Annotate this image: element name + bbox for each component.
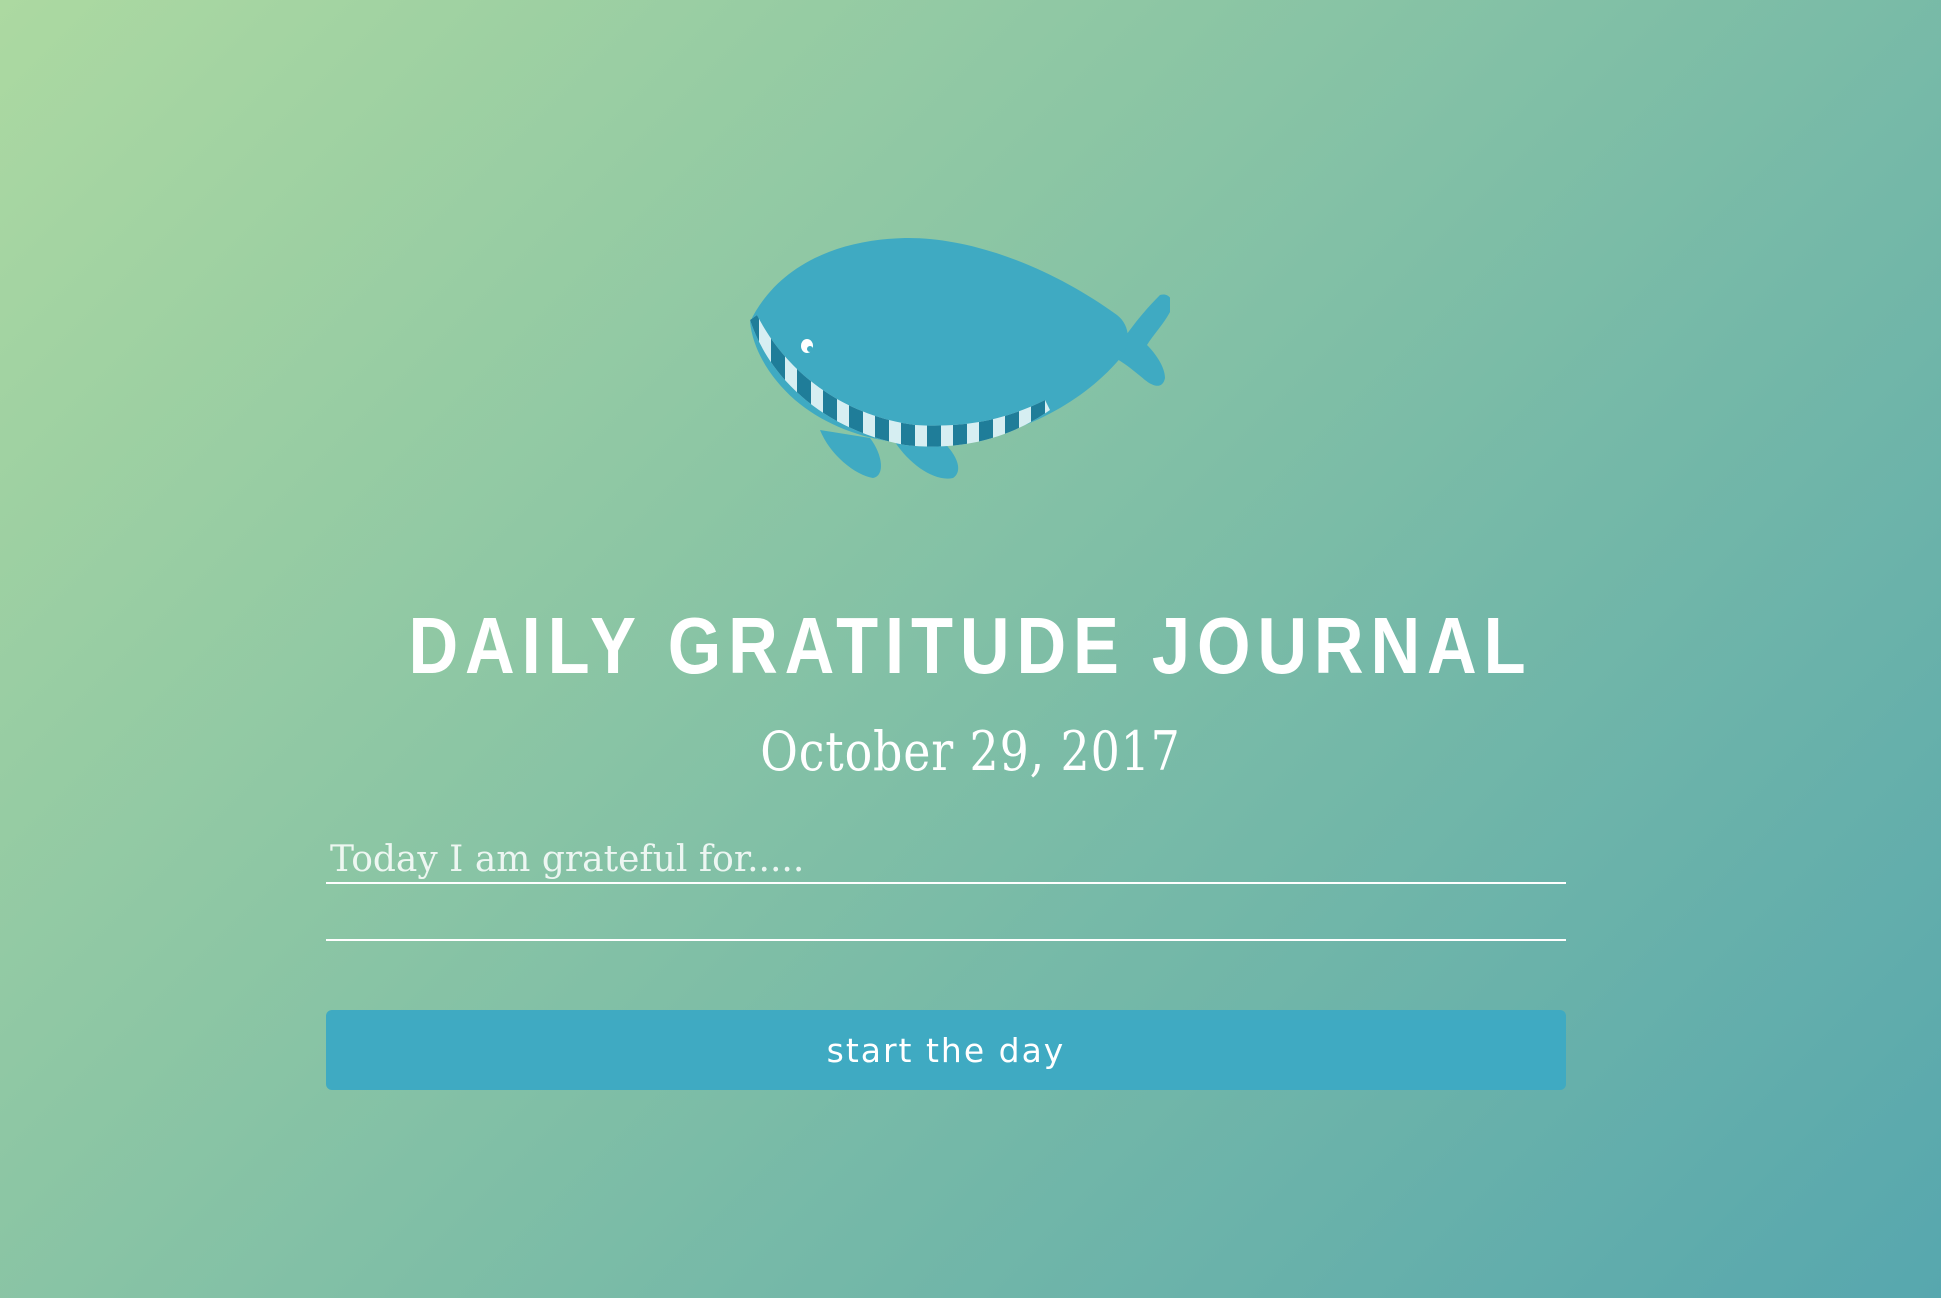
gratitude-input-2[interactable]	[326, 893, 1566, 939]
page-title: DAILY GRATITUDE JOURNAL	[408, 601, 1533, 690]
journal-date: October 29, 2017	[760, 720, 1181, 783]
whale-icon	[750, 237, 1170, 479]
gratitude-line-2	[326, 893, 1566, 941]
gratitude-input-1[interactable]	[326, 836, 1566, 882]
start-the-day-button[interactable]: start the day	[326, 1010, 1566, 1090]
journal-page: DAILY GRATITUDE JOURNAL October 29, 2017…	[0, 0, 1941, 1298]
gratitude-line-1	[326, 836, 1566, 884]
